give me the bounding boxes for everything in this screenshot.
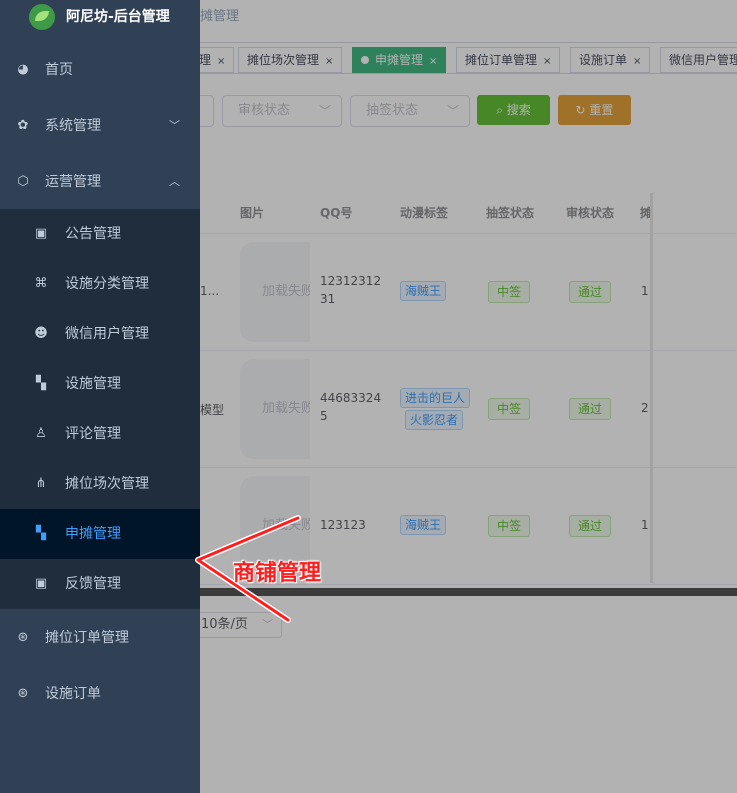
user-icon: ♙ bbox=[35, 426, 47, 441]
grid-circles-icon: ⌘ bbox=[34, 276, 48, 291]
sidebar-item-facility-category[interactable]: ⌘ 设施分类管理 bbox=[0, 259, 200, 309]
message-icon: ▣ bbox=[34, 226, 48, 241]
menu-item-stall-order[interactable]: ⊛ 摊位订单管理 bbox=[0, 610, 200, 666]
sidebar-item-stall-apply[interactable]: ▚ 申摊管理 bbox=[0, 509, 200, 559]
operations-submenu: ▣ 公告管理 ⌘ 设施分类管理 ☻ 微信用户管理 ▚ 设施管理 ♙ 评论管理 ⋔ 摊位场次管… bbox=[0, 209, 200, 609]
cube-icon: ⬡ bbox=[17, 174, 29, 189]
dashboard-icon: ◕ bbox=[17, 62, 29, 77]
chevron-down-icon: ﹀ bbox=[169, 119, 180, 132]
order-icon: ⊛ bbox=[17, 686, 29, 701]
menu-item-home[interactable]: ◕ 首页 bbox=[0, 42, 200, 98]
wechat-icon: ☻ bbox=[34, 326, 48, 341]
sidebar-item-wechat-user[interactable]: ☻ 微信用户管理 bbox=[0, 309, 200, 359]
order-icon: ⊛ bbox=[17, 630, 29, 645]
sidebar-item-stall-session[interactable]: ⋔ 摊位场次管理 bbox=[0, 459, 200, 509]
gear-icon: ✿ bbox=[17, 118, 29, 133]
menu-item-operations[interactable]: ⬡ 运营管理 ︿ bbox=[0, 154, 200, 210]
leaf-logo-icon bbox=[29, 4, 55, 30]
menu-item-system[interactable]: ✿ 系统管理 ﹀ bbox=[0, 98, 200, 154]
tree-icon: ⋔ bbox=[35, 476, 47, 491]
grid-icon: ▚ bbox=[36, 376, 46, 391]
sidebar-item-feedback[interactable]: ▣ 反馈管理 bbox=[0, 559, 200, 609]
brand: 阿尼坊-后台管理 bbox=[0, 0, 200, 34]
menu-item-facility-order[interactable]: ⊛ 设施订单 bbox=[0, 666, 200, 722]
app-title: 阿尼坊-后台管理 bbox=[66, 9, 170, 25]
message-icon: ▣ bbox=[34, 576, 48, 591]
sidebar-item-facility[interactable]: ▚ 设施管理 bbox=[0, 359, 200, 409]
grid-icon: ▚ bbox=[36, 526, 46, 541]
sidebar-item-announcement[interactable]: ▣ 公告管理 bbox=[0, 209, 200, 259]
chevron-up-icon: ︿ bbox=[169, 175, 180, 188]
sidebar: 阿尼坊-后台管理 ◕ 首页 ✿ 系统管理 ﹀ ⬡ 运营管理 ︿ ▣ 公告管理 ⌘ 设… bbox=[0, 0, 200, 793]
sidebar-item-comment[interactable]: ♙ 评论管理 bbox=[0, 409, 200, 459]
